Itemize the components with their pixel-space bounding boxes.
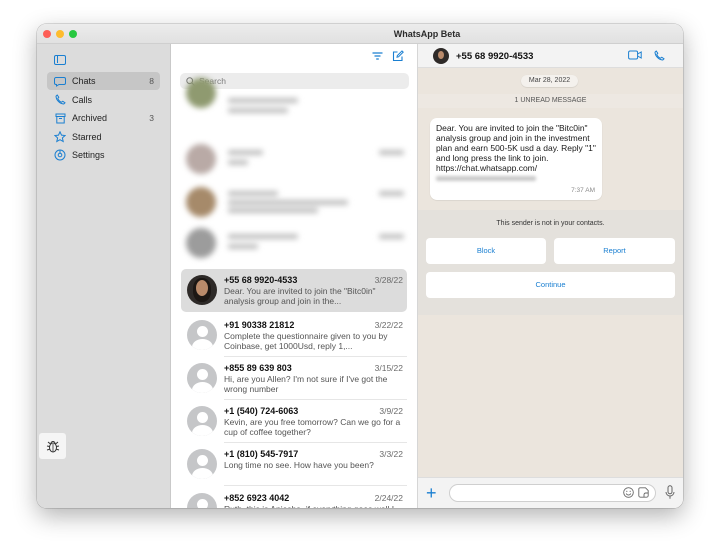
video-call-icon[interactable] bbox=[628, 50, 642, 63]
unknown-sender-notice: This sender is not in your contacts. bbox=[496, 220, 605, 227]
chat-name: +1 (810) 545-7917 bbox=[224, 449, 299, 459]
microphone-icon[interactable] bbox=[665, 485, 675, 502]
blurred-chat-row[interactable] bbox=[183, 183, 408, 221]
call-actions bbox=[628, 50, 665, 63]
row-divider bbox=[224, 485, 407, 486]
sidebar-item-label: Starred bbox=[72, 131, 102, 142]
avatar[interactable] bbox=[433, 48, 449, 64]
chat-preview: Complete the questionnaire given to you … bbox=[224, 331, 388, 351]
chat-row[interactable]: +852 6923 4042 2/24/22Ruth, this is Anies… bbox=[181, 487, 407, 508]
message-time: 7:37 AM bbox=[571, 187, 595, 194]
chat-name: +91 90338 21812 bbox=[224, 320, 295, 330]
chat-preview: Kevin, are you free tomorrow? Can we go … bbox=[224, 417, 401, 437]
chat-date: 3/28/22 bbox=[374, 275, 403, 285]
sticker-icon[interactable] bbox=[638, 487, 649, 500]
sidebar-item-chats[interactable]: Chats 8 bbox=[47, 72, 160, 90]
block-button[interactable]: Block bbox=[426, 238, 546, 264]
chat-preview: Dear. You are invited to join the "Bitc0… bbox=[224, 286, 376, 306]
avatar bbox=[187, 406, 217, 436]
unread-count: 8 bbox=[149, 76, 154, 86]
filter-icon[interactable] bbox=[372, 51, 383, 63]
new-chat-compose-icon[interactable] bbox=[392, 50, 404, 64]
chat-row[interactable]: +1 (540) 724-6063 3/9/22 Kevin, are you fr… bbox=[181, 400, 407, 443]
chat-list-toolbar bbox=[171, 44, 417, 68]
message-link[interactable]: https://chat.whatsapp.com/ bbox=[436, 163, 537, 173]
chat-date: 3/15/22 bbox=[374, 363, 403, 373]
unread-count: 3 bbox=[149, 113, 154, 123]
settings-gear-icon bbox=[54, 149, 66, 161]
sidebar-item-calls[interactable]: Calls bbox=[47, 91, 160, 109]
sidebar-nav: Chats 8 Calls Archived 3 Starred Setting… bbox=[47, 72, 160, 165]
sidebar-item-archived[interactable]: Archived 3 bbox=[47, 109, 160, 127]
chat-name: +852 6923 4042 bbox=[224, 493, 290, 503]
phone-icon bbox=[54, 94, 66, 106]
zoom-window-button[interactable] bbox=[69, 30, 77, 38]
window-title: WhatsApp Beta bbox=[393, 29, 461, 39]
contact-name[interactable]: +55 68 9920-4533 bbox=[456, 51, 533, 62]
sidebar-item-label: Archived bbox=[72, 113, 108, 123]
report-button[interactable]: Report bbox=[554, 238, 675, 264]
chat-name: +55 68 9920-4533 bbox=[224, 275, 298, 285]
date-separator: Mar 28, 2022 bbox=[521, 75, 578, 87]
avatar bbox=[187, 363, 217, 393]
unread-banner: 1 UNREAD MESSAGE bbox=[418, 94, 683, 108]
avatar bbox=[187, 275, 217, 305]
chat-preview: Long time no see. How have you been? bbox=[224, 460, 374, 470]
chat-date: 3/9/22 bbox=[379, 406, 403, 416]
avatar bbox=[187, 493, 217, 508]
conversation-pane: +55 68 9920-4533 Mar 28, 2022 1 UNREAD M… bbox=[418, 44, 683, 508]
chat-name: +855 89 639 803 bbox=[224, 363, 292, 373]
sidebar-item-label: Chats bbox=[72, 76, 96, 86]
blurred-chat-row[interactable] bbox=[183, 140, 408, 178]
emoji-icon[interactable] bbox=[623, 487, 634, 500]
blurred-chat-row[interactable] bbox=[183, 78, 408, 130]
sidebar-item-settings[interactable]: Settings bbox=[47, 146, 160, 164]
chat-preview: Hi, are you Allen? I'm not sure if I've … bbox=[224, 374, 388, 394]
minimize-window-button[interactable] bbox=[56, 30, 64, 38]
voice-call-icon[interactable] bbox=[654, 50, 665, 63]
chat-row[interactable]: +855 89 639 803 3/15/22 Hi, are you Allen?… bbox=[181, 357, 407, 400]
chat-date: 3/22/22 bbox=[374, 320, 403, 330]
input-icons bbox=[623, 487, 649, 500]
sidebar: Chats 8 Calls Archived 3 Starred Setting… bbox=[37, 44, 171, 508]
message-bubble[interactable]: Dear. You are invited to join the "Bitc0… bbox=[430, 118, 602, 200]
sidebar-item-starred[interactable]: Starred bbox=[47, 128, 160, 146]
chat-preview: Ruth, this is Aniesha, if everything goe… bbox=[224, 504, 404, 508]
star-icon bbox=[54, 130, 66, 143]
chat-date: 3/3/22 bbox=[379, 449, 403, 459]
continue-button[interactable]: Continue bbox=[426, 272, 675, 298]
avatar bbox=[187, 449, 217, 479]
archive-box-icon bbox=[54, 112, 66, 124]
bug-report-button[interactable] bbox=[39, 433, 66, 459]
sidebar-item-label: Settings bbox=[72, 150, 105, 160]
message-text: Dear. You are invited to join the "Bitc0… bbox=[436, 123, 596, 163]
conversation-header: +55 68 9920-4533 bbox=[418, 44, 683, 68]
traffic-lights bbox=[43, 30, 77, 38]
blurred-link-text bbox=[436, 176, 536, 181]
close-window-button[interactable] bbox=[43, 30, 51, 38]
chat-bubble-icon bbox=[54, 75, 66, 87]
avatar bbox=[187, 320, 217, 350]
app-window: WhatsApp Beta Chats 8 Calls Archived 3 S… bbox=[37, 24, 683, 508]
chat-name: +1 (540) 724-6063 bbox=[224, 406, 299, 416]
chat-row[interactable]: +91 90338 21812 3/22/22 Complete the quest… bbox=[181, 314, 407, 357]
chat-row[interactable]: +55 68 9920-4533 3/28/22 Dear. You are inv… bbox=[181, 269, 407, 312]
sidebar-item-label: Calls bbox=[72, 94, 93, 105]
title-bar: WhatsApp Beta bbox=[37, 24, 683, 44]
message-composer: + bbox=[418, 477, 683, 508]
bug-icon bbox=[46, 440, 59, 452]
sidebar-toggle-icon[interactable] bbox=[54, 55, 66, 65]
chat-date: 2/24/22 bbox=[374, 493, 403, 503]
unknown-sender-panel: This sender is not in your contacts. Blo… bbox=[418, 210, 683, 315]
blurred-chat-row[interactable] bbox=[183, 224, 408, 262]
chat-list-panel: Search +55 68 9920-4533 3/28/22 Dear. Yo… bbox=[171, 44, 418, 508]
chat-row[interactable]: +1 (810) 545-7917 3/3/22 Long time no see.… bbox=[181, 443, 407, 486]
attach-plus-icon[interactable]: + bbox=[426, 483, 437, 503]
